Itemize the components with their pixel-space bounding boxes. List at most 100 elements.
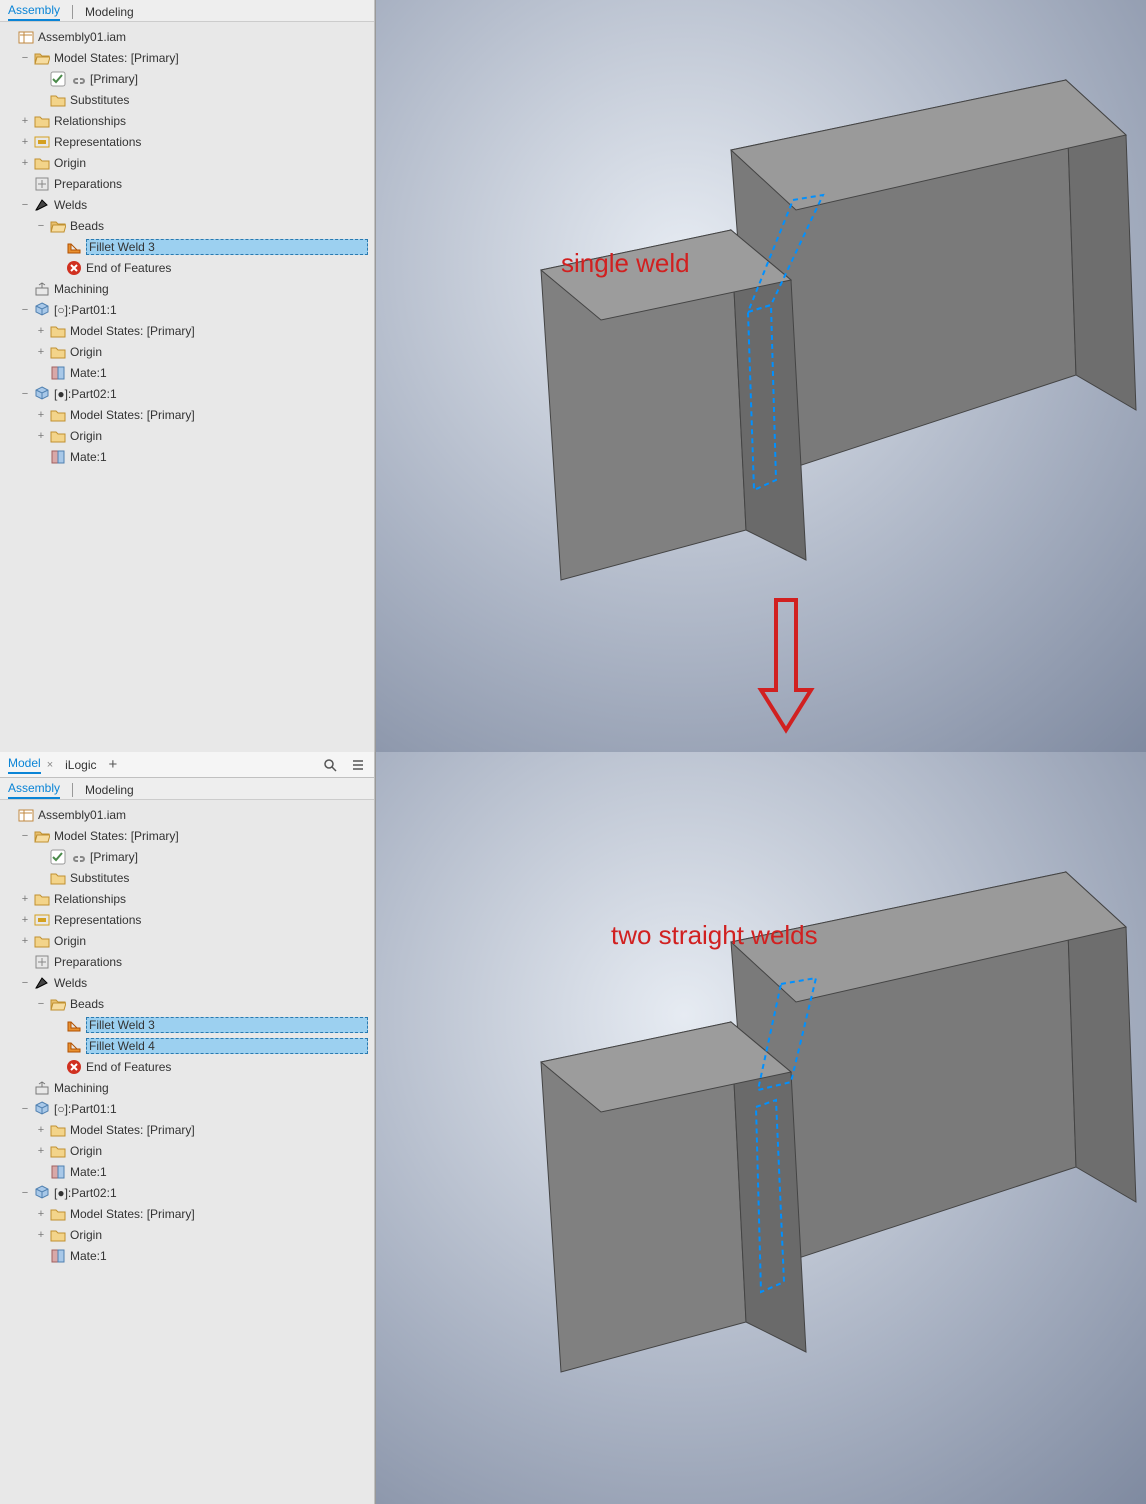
expand-icon[interactable]: +	[34, 324, 48, 338]
tree-label: Relationships	[54, 114, 368, 128]
tree-fillet-weld-3[interactable]: Fillet Weld 3	[0, 1014, 374, 1035]
expand-icon[interactable]: +	[34, 1207, 48, 1221]
tree-representations[interactable]: +Representations	[0, 131, 374, 152]
annotation-label: single weld	[561, 248, 690, 279]
tab-modeling[interactable]: Modeling	[85, 783, 134, 799]
tree-p1-model-states[interactable]: +Model States: [Primary]	[0, 1119, 374, 1140]
expand-icon[interactable]: −	[18, 976, 32, 990]
folder-icon	[34, 891, 50, 907]
part-icon	[34, 1101, 50, 1117]
mate-icon	[50, 1248, 66, 1264]
expand-icon[interactable]: +	[34, 408, 48, 422]
expand-icon[interactable]: +	[34, 1123, 48, 1137]
expand-icon[interactable]: −	[18, 829, 32, 843]
tree-p1-origin[interactable]: +Origin	[0, 341, 374, 362]
expand-icon[interactable]: +	[34, 429, 48, 443]
browser-tab-model[interactable]: Model	[8, 756, 41, 774]
tree-beads[interactable]: −Beads	[0, 215, 374, 236]
tree-primary-state[interactable]: [Primary]	[0, 846, 374, 867]
tree-end-of-features[interactable]: End of Features	[0, 257, 374, 278]
expand-icon[interactable]: +	[18, 135, 32, 149]
tree-part01[interactable]: −[○]:Part01:1	[0, 1098, 374, 1119]
tree-welds[interactable]: −Welds	[0, 972, 374, 993]
tree-p1-mate[interactable]: Mate:1	[0, 362, 374, 383]
expand-icon[interactable]: −	[34, 997, 48, 1011]
tree-p2-model-states[interactable]: +Model States: [Primary]	[0, 1203, 374, 1224]
tree-model-states[interactable]: −Model States: [Primary]	[0, 47, 374, 68]
expand-icon[interactable]: +	[34, 345, 48, 359]
tree-preparations[interactable]: Preparations	[0, 173, 374, 194]
tree-p1-mate[interactable]: Mate:1	[0, 1161, 374, 1182]
expand-icon[interactable]: +	[18, 156, 32, 170]
tree-substitutes[interactable]: Substitutes	[0, 89, 374, 110]
tree-machining[interactable]: Machining	[0, 1077, 374, 1098]
tree-model-states[interactable]: −Model States: [Primary]	[0, 825, 374, 846]
menu-icon[interactable]	[350, 757, 366, 773]
tree-p2-mate[interactable]: Mate:1	[0, 446, 374, 467]
expand-icon[interactable]: −	[18, 1102, 32, 1116]
3d-viewport[interactable]: two straight welds	[375, 752, 1146, 1504]
folder-open-icon	[34, 50, 50, 66]
part01-geometry	[541, 1022, 806, 1372]
tree-origin[interactable]: + Origin	[0, 930, 374, 951]
tree-part02[interactable]: −[●]:Part02:1	[0, 1182, 374, 1203]
tab-modeling[interactable]: Modeling	[85, 5, 134, 21]
tab-assembly[interactable]: Assembly	[8, 781, 60, 799]
tree-root[interactable]: -Assembly01.iam	[0, 26, 374, 47]
expand-icon[interactable]: −	[18, 387, 32, 401]
tree-label: Origin	[54, 934, 368, 948]
tree-substitutes[interactable]: Substitutes	[0, 867, 374, 888]
expand-icon[interactable]: −	[18, 303, 32, 317]
machining-icon	[34, 281, 50, 297]
tree-fillet-weld-4[interactable]: Fillet Weld 4	[0, 1035, 374, 1056]
tab-assembly[interactable]: Assembly	[8, 3, 60, 21]
expand-icon[interactable]: −	[18, 51, 32, 65]
part01-geometry	[541, 230, 806, 580]
tree-primary-state[interactable]: [Primary]	[0, 68, 374, 89]
tree-end-of-features[interactable]: End of Features	[0, 1056, 374, 1077]
search-icon[interactable]	[322, 757, 338, 773]
expand-icon[interactable]: +	[34, 1228, 48, 1242]
expand-icon[interactable]: +	[18, 114, 32, 128]
folder-icon	[50, 92, 66, 108]
tree-p1-origin[interactable]: + Origin	[0, 1140, 374, 1161]
check-icon	[50, 849, 66, 865]
tree-p2-mate[interactable]: Mate:1	[0, 1245, 374, 1266]
expand-icon[interactable]: −	[18, 1186, 32, 1200]
browser-tab-ilogic[interactable]: iLogic	[65, 758, 96, 772]
tree-machining[interactable]: Machining	[0, 278, 374, 299]
tree-root[interactable]: -Assembly01.iam	[0, 804, 374, 825]
annotation-label: two straight welds	[611, 920, 818, 951]
tree-p1-model-states[interactable]: +Model States: [Primary]	[0, 320, 374, 341]
tree-label: Origin	[70, 1228, 368, 1242]
tree-representations[interactable]: +Representations	[0, 909, 374, 930]
arrow-annotation	[756, 595, 816, 735]
expand-icon[interactable]: −	[18, 198, 32, 212]
expand-icon[interactable]: +	[34, 1144, 48, 1158]
tree-fillet-weld-3[interactable]: Fillet Weld 3	[0, 236, 374, 257]
tree-p2-origin[interactable]: +Origin	[0, 425, 374, 446]
tree-relationships[interactable]: +Relationships	[0, 888, 374, 909]
3d-viewport[interactable]: single weld	[375, 0, 1146, 752]
tree-part02[interactable]: −[●]:Part02:1	[0, 383, 374, 404]
tree-beads[interactable]: −Beads	[0, 993, 374, 1014]
tree-p2-origin[interactable]: + Origin	[0, 1224, 374, 1245]
tree-origin[interactable]: +Origin	[0, 152, 374, 173]
tree-p2-model-states[interactable]: +Model States: [Primary]	[0, 404, 374, 425]
model-tree: -Assembly01.iam −Model States: [Primary]…	[0, 800, 374, 1504]
tree-relationships[interactable]: + Relationships	[0, 110, 374, 131]
add-tab-icon[interactable]: +	[108, 756, 117, 773]
tab-separator	[72, 783, 73, 797]
close-icon[interactable]: ×	[47, 759, 53, 771]
expand-icon[interactable]: +	[18, 913, 32, 927]
tree-welds[interactable]: −Welds	[0, 194, 374, 215]
tree-preparations[interactable]: Preparations	[0, 951, 374, 972]
tree-part01[interactable]: −[○]:Part01:1	[0, 299, 374, 320]
tree-label: Origin	[70, 1144, 368, 1158]
expand-icon[interactable]: +	[18, 892, 32, 906]
assembly-icon	[18, 29, 34, 45]
expand-icon[interactable]: −	[34, 219, 48, 233]
browser-subtabs: Assembly Modeling	[0, 778, 374, 800]
expand-icon[interactable]: +	[18, 934, 32, 948]
folder-icon	[50, 1122, 66, 1138]
